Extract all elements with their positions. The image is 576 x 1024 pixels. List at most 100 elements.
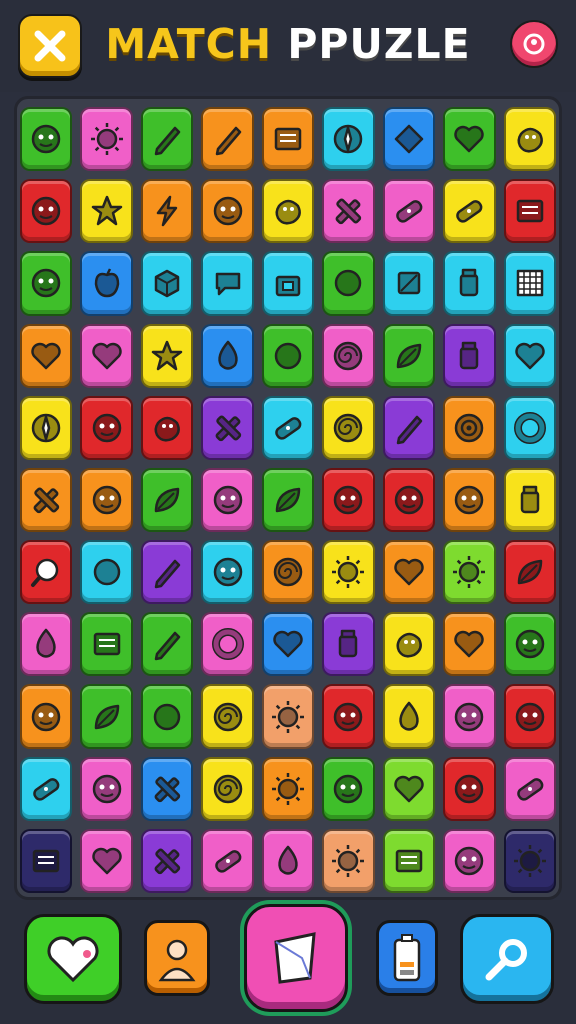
tile-green-leaf[interactable] <box>261 467 315 533</box>
tile-cyan-face[interactable] <box>201 540 254 605</box>
tile-red-face[interactable] <box>382 467 436 533</box>
tile-cyan-compass[interactable] <box>322 107 375 172</box>
tile-cyan-cube[interactable] <box>140 251 194 316</box>
tile-pink-bandage[interactable] <box>382 179 436 244</box>
tile-orange-heart[interactable] <box>382 540 436 605</box>
tile-green-leaf[interactable] <box>382 323 436 388</box>
tile-lime-heart[interactable] <box>382 756 436 821</box>
tile-lime-book[interactable] <box>382 828 436 893</box>
tile-green-book[interactable] <box>80 612 133 677</box>
tile-pink-heart[interactable] <box>80 323 133 388</box>
tile-pink-face[interactable] <box>201 467 254 533</box>
tile-red-face[interactable] <box>503 684 556 749</box>
tile-yellow-blob[interactable] <box>503 107 556 172</box>
tile-yellow-swirl[interactable] <box>201 756 254 821</box>
tile-pink-cross[interactable] <box>322 179 375 244</box>
tile-pink-face[interactable] <box>80 756 133 821</box>
tile-pink-bandage[interactable] <box>503 756 556 821</box>
tile-pink-face[interactable] <box>443 684 496 749</box>
tile-lime-sun[interactable] <box>443 540 496 605</box>
battery-button[interactable] <box>376 920 438 996</box>
tile-orange-heart[interactable] <box>20 323 73 388</box>
tile-yellow-jar[interactable] <box>503 467 556 533</box>
tile-red-face[interactable] <box>322 467 375 533</box>
tile-green-pencil[interactable] <box>140 612 194 677</box>
tile-blue-heart[interactable] <box>261 612 315 677</box>
lives-button[interactable] <box>24 914 122 1004</box>
tile-cyan-grid[interactable] <box>503 251 556 316</box>
tile-purple-pencil[interactable] <box>140 540 194 605</box>
tile-cyan-bandage[interactable] <box>261 395 315 460</box>
tile-orange-pencil[interactable] <box>201 107 254 172</box>
tile-orange-bolt[interactable] <box>140 179 194 244</box>
tile-red-face[interactable] <box>20 179 73 244</box>
close-button[interactable] <box>18 14 82 78</box>
tile-pink-sun[interactable] <box>80 107 133 172</box>
tile-orange-cross[interactable] <box>20 467 73 533</box>
tile-orange-heart[interactable] <box>443 612 496 677</box>
tile-orange-face[interactable] <box>80 467 133 533</box>
tile-yellow-star[interactable] <box>140 323 194 388</box>
tile-pink-face[interactable] <box>443 828 496 893</box>
tile-orange-swirl[interactable] <box>261 540 315 605</box>
tile-pink-bandage[interactable] <box>201 828 254 893</box>
tile-cyan-square[interactable] <box>382 251 436 316</box>
tile-yellow-compass[interactable] <box>20 395 73 460</box>
tile-red-leaf[interactable] <box>503 540 556 605</box>
tile-yellow-blob[interactable] <box>261 179 315 244</box>
tile-cyan-ring[interactable] <box>503 395 556 460</box>
tile-red-blob[interactable] <box>140 395 194 460</box>
tile-peach-sun[interactable] <box>322 828 375 893</box>
tile-purple-jar[interactable] <box>322 612 375 677</box>
tile-pink-ring[interactable] <box>201 612 254 677</box>
tile-yellow-swirl[interactable] <box>322 395 375 460</box>
tile-green-circle[interactable] <box>261 323 315 388</box>
tile-red-face[interactable] <box>443 756 496 821</box>
tile-pink-heart[interactable] <box>80 828 133 893</box>
tile-green-circle[interactable] <box>140 684 194 749</box>
tile-red-book[interactable] <box>503 179 556 244</box>
tile-orange-target[interactable] <box>443 395 496 460</box>
tile-purple-cross[interactable] <box>201 395 254 460</box>
tile-pink-drop[interactable] <box>261 828 315 893</box>
tile-yellow-blob[interactable] <box>382 612 436 677</box>
tile-navy-sun[interactable] <box>503 828 556 893</box>
tile-green-face[interactable] <box>20 251 73 316</box>
tile-peach-sun[interactable] <box>261 684 315 749</box>
tile-red-face[interactable] <box>322 684 375 749</box>
tile-red-face[interactable] <box>80 395 133 460</box>
tile-blue-cross[interactable] <box>140 756 194 821</box>
tile-yellow-sun[interactable] <box>322 540 375 605</box>
tile-orange-face[interactable] <box>201 179 254 244</box>
tile-yellow-drop[interactable] <box>382 684 436 749</box>
tile-cyan-jar[interactable] <box>443 251 496 316</box>
tile-green-face[interactable] <box>20 107 73 172</box>
tile-orange-book[interactable] <box>261 107 315 172</box>
tile-yellow-star[interactable] <box>80 179 133 244</box>
tile-pink-swirl[interactable] <box>322 323 375 388</box>
avatar-button[interactable] <box>144 920 210 996</box>
tile-purple-pencil[interactable] <box>382 395 436 460</box>
profile-button[interactable] <box>510 20 558 68</box>
tile-yellow-swirl[interactable] <box>201 684 254 749</box>
tile-orange-face[interactable] <box>20 684 73 749</box>
play-card-button[interactable] <box>244 904 348 1012</box>
tile-purple-jar[interactable] <box>443 323 496 388</box>
tile-orange-sun[interactable] <box>261 756 315 821</box>
tile-green-heart[interactable] <box>443 107 496 172</box>
tile-green-circle[interactable] <box>322 251 375 316</box>
tile-cyan-circle[interactable] <box>80 540 133 605</box>
tile-cyan-heart[interactable] <box>503 323 556 388</box>
tile-green-pencil[interactable] <box>140 107 194 172</box>
tile-navy-book[interactable] <box>20 828 73 893</box>
tile-blue-apple[interactable] <box>80 251 133 316</box>
tile-green-leaf[interactable] <box>140 467 194 533</box>
tile-blue-diamond[interactable] <box>382 107 436 172</box>
tile-red-search[interactable] <box>20 540 73 605</box>
tile-green-face[interactable] <box>503 612 556 677</box>
tile-blue-drop[interactable] <box>201 323 254 388</box>
tile-orange-face[interactable] <box>443 467 496 533</box>
tile-green-leaf[interactable] <box>80 684 133 749</box>
tile-pink-drop[interactable] <box>20 612 73 677</box>
tile-cyan-bandage[interactable] <box>20 756 73 821</box>
